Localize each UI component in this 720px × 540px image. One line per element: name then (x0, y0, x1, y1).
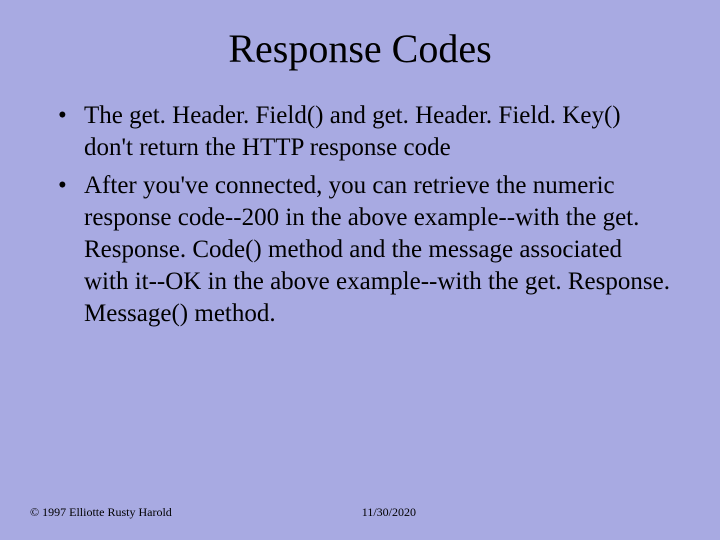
bullet-item: The get. Header. Field() and get. Header… (50, 100, 670, 164)
slide-footer: © 1997 Elliotte Rusty Harold 11/30/2020 (30, 505, 690, 520)
bullet-list: The get. Header. Field() and get. Header… (40, 100, 680, 330)
slide: Response Codes The get. Header. Field() … (0, 0, 720, 540)
bullet-item: After you've connected, you can retrieve… (50, 170, 670, 330)
footer-date: 11/30/2020 (362, 505, 416, 520)
slide-title: Response Codes (40, 25, 680, 72)
copyright-text: © 1997 Elliotte Rusty Harold (30, 505, 172, 520)
